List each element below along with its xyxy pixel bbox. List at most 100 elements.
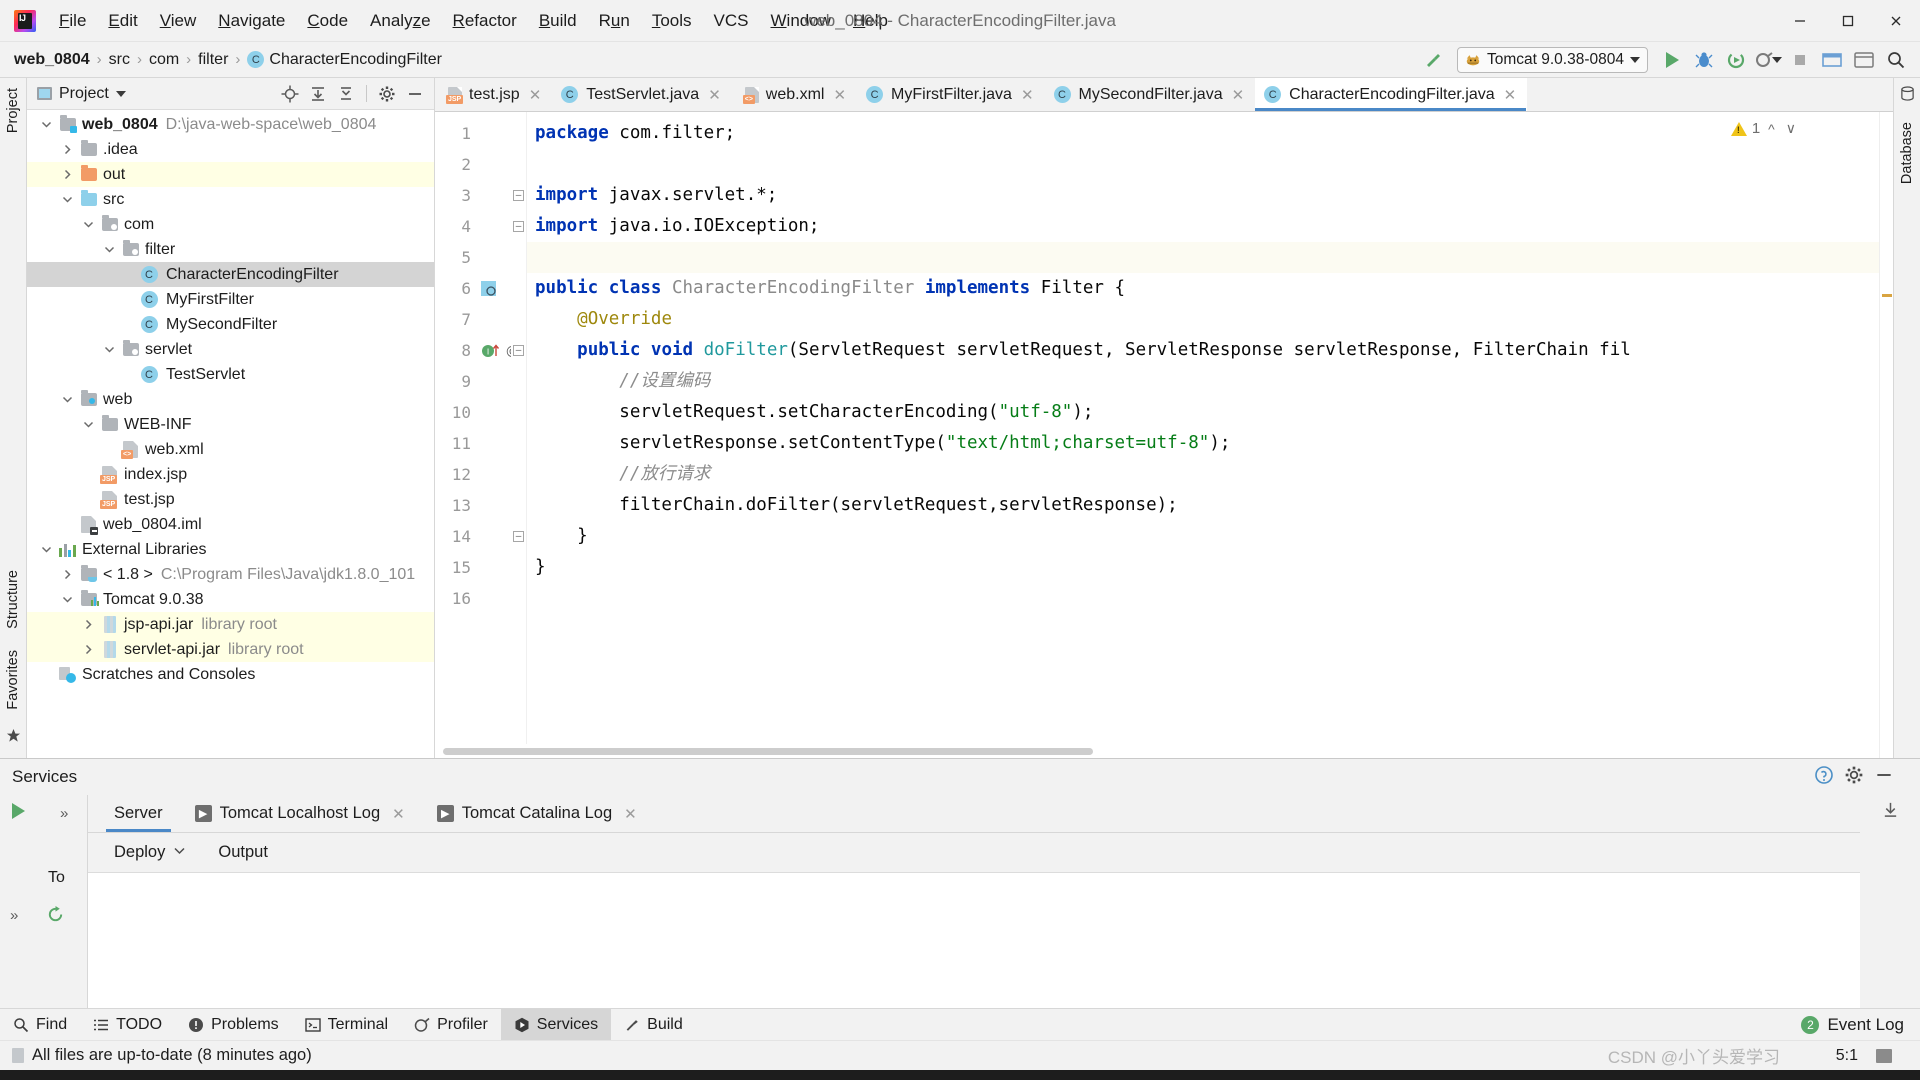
- menu-bar[interactable]: File Edit View Navigate Code Analyze Refactor B…: [48, 0, 899, 41]
- tree-node-servlet[interactable]: servlet: [27, 337, 434, 362]
- tree-node-index-jsp[interactable]: JSP index.jsp: [27, 462, 434, 487]
- tree-node-filter[interactable]: filter: [27, 237, 434, 262]
- services-side-toolbar[interactable]: » To »: [0, 795, 88, 1008]
- menu-item-analyze[interactable]: Analyze: [359, 7, 442, 35]
- expand-all-icon[interactable]: [305, 82, 331, 106]
- build-project-icon[interactable]: [1419, 47, 1447, 73]
- chevron-down-icon[interactable]: [115, 90, 126, 97]
- scroll-to-end-icon[interactable]: [1882, 801, 1899, 823]
- tree-node-jsp-api-jar[interactable]: jsp-api.jar library root: [27, 612, 434, 637]
- next-problem-icon[interactable]: ∨: [1783, 120, 1799, 137]
- stop-button[interactable]: [1786, 47, 1814, 73]
- services-right-toolbar[interactable]: [1860, 795, 1920, 1008]
- editor-tab-web-xml[interactable]: <> web.xml ✕: [732, 78, 857, 111]
- inspection-widget[interactable]: 1 ^ ∨: [1730, 120, 1799, 137]
- tree-node-external-libraries[interactable]: External Libraries: [27, 537, 434, 562]
- code-line-7[interactable]: @Override: [527, 304, 1893, 335]
- close-tab-icon[interactable]: ✕: [708, 86, 721, 104]
- menu-item-edit[interactable]: Edit: [97, 7, 148, 35]
- chevron-right-icon[interactable]: [56, 569, 78, 580]
- database-panel-icon[interactable]: [1900, 86, 1915, 106]
- gutter-line-9[interactable]: 9: [435, 366, 526, 397]
- gutter-line-16[interactable]: 16: [435, 583, 526, 614]
- fold-region-toggle[interactable]: –: [513, 190, 524, 201]
- tool-window-button-database[interactable]: Database: [1899, 118, 1915, 188]
- debug-button[interactable]: [1690, 47, 1718, 73]
- menu-item-tools[interactable]: Tools: [641, 7, 703, 35]
- gutter-line-8[interactable]: 8I@–: [435, 335, 526, 366]
- hide-panel-icon[interactable]: [1874, 765, 1908, 790]
- error-stripe-mark[interactable]: [1882, 294, 1892, 297]
- implementing-method-marker-icon[interactable]: I@: [481, 343, 511, 359]
- open-in-browser-icon[interactable]: [1850, 47, 1878, 73]
- close-tab-icon[interactable]: ✕: [529, 86, 542, 104]
- code-line-4[interactable]: import java.io.IOException;: [527, 211, 1893, 242]
- menu-item-run[interactable]: Run: [588, 7, 641, 35]
- window-controls[interactable]: [1776, 0, 1920, 41]
- tree-node-com[interactable]: com: [27, 212, 434, 237]
- menu-item-code[interactable]: Code: [296, 7, 359, 35]
- chevron-down-icon[interactable]: [35, 544, 57, 555]
- gutter-line-11[interactable]: 11: [435, 428, 526, 459]
- tree-node-myfirstfilter[interactable]: C MyFirstFilter: [27, 287, 434, 312]
- chevron-down-icon[interactable]: [56, 194, 78, 205]
- tree-node-web-0804[interactable]: web_0804 D:\java-web-space\web_0804: [27, 112, 434, 137]
- locate-file-icon[interactable]: [277, 82, 303, 106]
- caret-position[interactable]: 5:1: [1836, 1047, 1858, 1065]
- chevron-right-icon[interactable]: [77, 619, 99, 630]
- gutter-line-15[interactable]: 15: [435, 552, 526, 583]
- menu-item-vcs[interactable]: VCS: [703, 7, 760, 35]
- chevron-down-icon[interactable]: [56, 394, 78, 405]
- project-panel-title[interactable]: Project: [37, 85, 126, 103]
- menu-item-navigate[interactable]: Navigate: [207, 7, 296, 35]
- code-line-8[interactable]: public void doFilter(ServletRequest serv…: [527, 335, 1893, 366]
- code-line-1[interactable]: package com.filter;: [527, 118, 1893, 149]
- editor-horizontal-scrollbar[interactable]: [435, 744, 1879, 758]
- lock-icon[interactable]: [1876, 1048, 1892, 1063]
- maximize-button[interactable]: [1824, 0, 1872, 41]
- expand-services-icon[interactable]: »: [60, 805, 68, 822]
- previous-problem-icon[interactable]: ^: [1765, 121, 1778, 137]
- editor-tab-testservlet-java[interactable]: C TestServlet.java ✕: [552, 78, 732, 111]
- editor-tab-characterencodingfilter-java[interactable]: C CharacterEncodingFilter.java ✕: [1255, 78, 1528, 111]
- gear-icon[interactable]: [374, 82, 400, 106]
- tree-node-scratches-and-consoles[interactable]: Scratches and Consoles: [27, 662, 434, 687]
- chevron-down-icon[interactable]: [56, 594, 78, 605]
- breadcrumb-item-filter[interactable]: filter: [198, 51, 228, 69]
- breadcrumb-item-com[interactable]: com: [149, 51, 179, 69]
- gutter-line-4[interactable]: 4–: [435, 211, 526, 242]
- editor-gutter[interactable]: 123–4–5678I@–91011121314–1516: [435, 112, 527, 758]
- code-line-6[interactable]: public class CharacterEncodingFilter imp…: [527, 273, 1893, 304]
- chevron-down-icon[interactable]: [77, 419, 99, 430]
- tree-node-testservlet[interactable]: C TestServlet: [27, 362, 434, 387]
- code-line-3[interactable]: import javax.servlet.*;: [527, 180, 1893, 211]
- menu-item-view[interactable]: View: [149, 7, 208, 35]
- code-line-15[interactable]: }: [527, 552, 1893, 583]
- restart-service-icon[interactable]: [46, 905, 65, 929]
- close-tab-icon[interactable]: ✕: [833, 86, 846, 104]
- tree-node-web-0804-iml[interactable]: web_0804.iml: [27, 512, 434, 537]
- left-tool-window-bar[interactable]: Project Structure Favorites: [0, 78, 27, 758]
- project-tree[interactable]: web_0804 D:\java-web-space\web_0804 .idea o…: [27, 110, 434, 758]
- minimize-button[interactable]: [1776, 0, 1824, 41]
- status-bar-services[interactable]: Services: [500, 1009, 612, 1040]
- run-button[interactable]: [1658, 47, 1686, 73]
- breadcrumb[interactable]: web_0804 › src › com › filter › C CharacterEncodi…: [14, 51, 442, 69]
- services-subtab-output[interactable]: Output: [202, 839, 284, 867]
- chevron-down-icon[interactable]: [98, 344, 120, 355]
- menu-item-file[interactable]: File: [48, 7, 97, 35]
- error-stripe[interactable]: [1879, 112, 1893, 758]
- breadcrumb-item-web-0804[interactable]: web_0804: [14, 51, 90, 69]
- code-content[interactable]: package com.filter; import javax.servlet…: [527, 112, 1893, 758]
- services-more-icon[interactable]: »: [10, 907, 18, 924]
- code-line-13[interactable]: filterChain.doFilter(servletRequest,serv…: [527, 490, 1893, 521]
- menu-item-window[interactable]: Window: [760, 7, 842, 35]
- tree-node-characterencodingfilter[interactable]: C CharacterEncodingFilter: [27, 262, 434, 287]
- chevron-right-icon[interactable]: [56, 169, 78, 180]
- menu-item-build[interactable]: Build: [528, 7, 588, 35]
- tree-node-test-jsp[interactable]: JSP test.jsp: [27, 487, 434, 512]
- chevron-down-icon[interactable]: [173, 843, 186, 862]
- close-tab-icon[interactable]: ✕: [1232, 86, 1245, 104]
- fold-region-toggle[interactable]: –: [513, 345, 524, 356]
- gutter-line-7[interactable]: 7: [435, 304, 526, 335]
